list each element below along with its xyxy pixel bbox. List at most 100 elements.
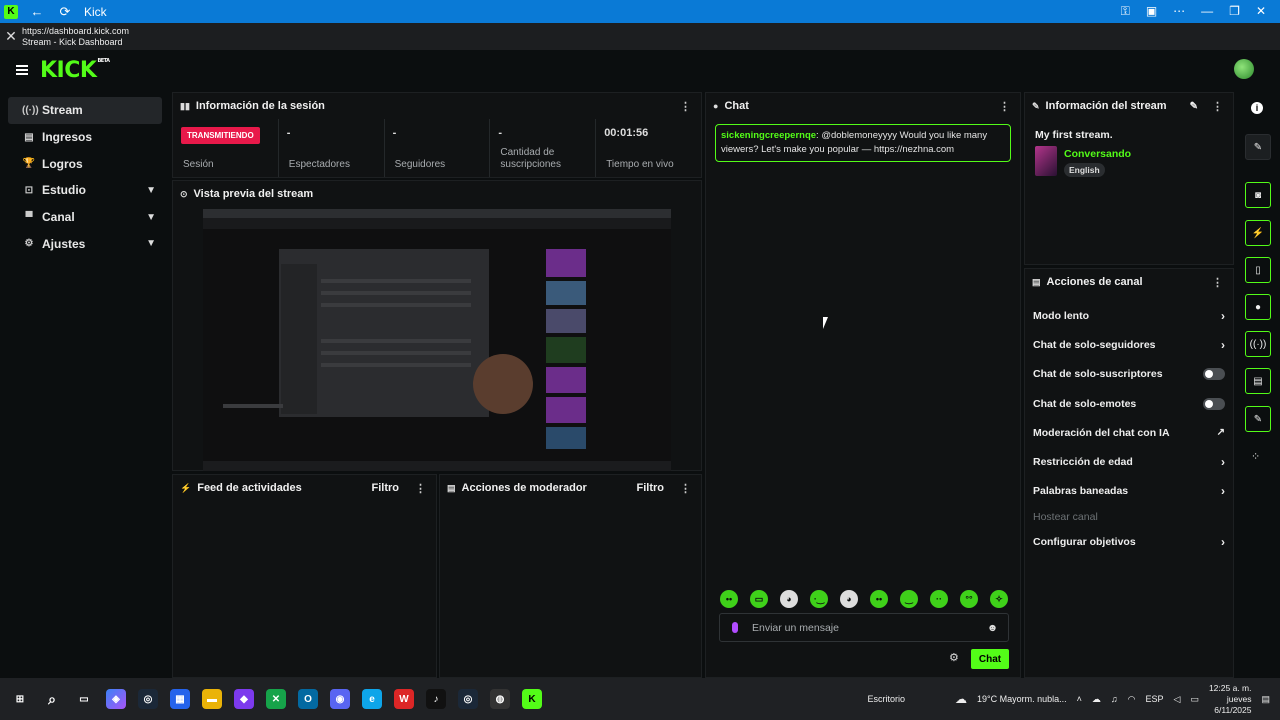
office-icon[interactable]: W (394, 689, 414, 709)
mic-icon[interactable]: ♫ (1111, 694, 1118, 704)
key-icon[interactable]: ⚿ (1121, 4, 1130, 19)
chat-message[interactable]: sickeningcreepernqe: @doblemoneyyyy Woul… (715, 124, 1011, 162)
bolt-icon[interactable]: ⚡ (1245, 220, 1271, 246)
action-moderacion-ia[interactable]: Moderación del chat con IA ↗ (1025, 418, 1233, 447)
layout-icon[interactable]: ▤ (1245, 368, 1271, 394)
emote-icon[interactable]: •• (870, 590, 888, 608)
broadcast-icon[interactable]: ((·)) (1245, 331, 1271, 357)
edge-icon[interactable]: e (362, 689, 382, 709)
action-modo-lento[interactable]: Modo lento › (1025, 301, 1233, 330)
user-avatar[interactable] (1234, 59, 1254, 79)
sidebar-item-ajustes[interactable]: ⚙ Ajustes ▼ (8, 230, 162, 257)
mic-icon[interactable] (732, 622, 738, 633)
lang-label[interactable]: ESP (1146, 694, 1164, 704)
volume-icon[interactable]: ◁ (1174, 694, 1181, 705)
emote-icon[interactable]: ·‿ (810, 590, 828, 608)
action-solo-seguidores[interactable]: Chat de solo-seguidores › (1025, 330, 1233, 359)
maximize-button[interactable]: ❐ (1229, 4, 1240, 19)
chat-username[interactable]: sickeningcreepernqe (721, 130, 816, 141)
emote-icon[interactable]: ▭ (750, 590, 768, 608)
panel-header: ⊙ Vista previa del stream (173, 181, 701, 207)
more-icon[interactable]: ⋮ (415, 482, 426, 495)
emote-icon[interactable]: ◕ (840, 590, 858, 608)
more-icon[interactable]: ⋮ (999, 100, 1010, 113)
close-button[interactable]: ✕ (1256, 4, 1266, 19)
taskbar: ⊞ ⌕ ▭ ◈ ◎ ▦ ▬ ◆ ✕ O ◉ e W ♪ ◎ ◍ K Escrit… (0, 678, 1280, 720)
extensions-icon[interactable]: ▣ (1146, 4, 1157, 19)
sidebar-item-stream[interactable]: ((·)) Stream (8, 97, 162, 124)
cloud-icon[interactable]: ☁ (1092, 694, 1101, 705)
steam-icon[interactable]: ◎ (138, 689, 158, 709)
toggle-switch[interactable] (1203, 368, 1225, 381)
clock[interactable]: 12:25 a. m. jueves 6/11/2025 (1209, 683, 1252, 716)
emote-icon[interactable]: ✧ (990, 590, 1008, 608)
battery-icon[interactable]: ▭ (1190, 694, 1199, 705)
xbox-icon[interactable]: ✕ (266, 689, 286, 709)
emote-icon[interactable]: ·· (930, 590, 948, 608)
kick-logo[interactable]: KICKBETA (40, 58, 110, 83)
emote-icon[interactable]: °° (960, 590, 978, 608)
filter-button[interactable]: Filtro (637, 482, 665, 494)
back-icon[interactable]: ← (28, 4, 46, 19)
emoji-icon[interactable]: ☻ (987, 622, 998, 634)
document-icon[interactable]: ▯ (1245, 257, 1271, 283)
more-icon[interactable]: ⋯ (1173, 4, 1185, 19)
obs-icon[interactable]: ◍ (490, 689, 510, 709)
chevron-up-icon[interactable]: ˄ (1077, 694, 1082, 704)
sidebar-item-logros[interactable]: 🏆 Logros (8, 150, 162, 177)
discord-icon[interactable]: ◉ (330, 689, 350, 709)
chat-input[interactable]: Enviar un mensaje ☻ (719, 613, 1009, 642)
task-view-icon[interactable]: ▭ (74, 689, 94, 709)
gear-icon[interactable]: ⚙ (949, 651, 959, 664)
desktop-label[interactable]: Escritorio (867, 694, 905, 704)
refresh-icon[interactable]: ⟳ (56, 4, 74, 20)
apps-icon[interactable]: ⁘ (1251, 450, 1260, 463)
action-palabras-baneadas[interactable]: Palabras baneadas › (1025, 477, 1233, 506)
url-text[interactable]: https://dashboard.kick.com (22, 26, 129, 37)
search-icon[interactable]: ⌕ (42, 689, 62, 709)
filter-button[interactable]: Filtro (372, 482, 400, 494)
emote-icon[interactable]: ◕ (780, 590, 798, 608)
teams-icon[interactable]: ◆ (234, 689, 254, 709)
emote-icon[interactable]: ‿ (900, 590, 918, 608)
more-icon[interactable]: ⋮ (680, 482, 691, 495)
more-icon[interactable]: ⋮ (1212, 100, 1223, 113)
store-icon[interactable]: ▦ (170, 689, 190, 709)
folder-icon[interactable]: ▬ (202, 689, 222, 709)
chat-send-button[interactable]: Chat (971, 649, 1009, 669)
sidebar-item-canal[interactable]: ▀ Canal ▼ (8, 204, 162, 231)
windows-start-icon[interactable]: ⊞ (10, 689, 30, 709)
action-configurar-objetivos[interactable]: Configurar objetivos › (1025, 527, 1233, 556)
chat-bubble-icon[interactable]: ● (1245, 294, 1271, 320)
more-icon[interactable]: ⋮ (1212, 276, 1223, 289)
steam-icon[interactable]: ◎ (458, 689, 478, 709)
copilot-icon[interactable]: ◈ (106, 689, 126, 709)
emote-bar: •• ▭ ◕ ·‿ ◕ •• ‿ ·· °° ✧ (720, 590, 1008, 608)
wifi-icon[interactable]: ◠ (1128, 694, 1136, 705)
edit-layout-icon[interactable]: ✎ (1245, 134, 1271, 160)
close-icon[interactable]: ✕ (0, 28, 22, 45)
sidebar-item-estudio[interactable]: ⊡ Estudio ▼ (8, 177, 162, 204)
more-icon[interactable]: ⋮ (680, 100, 691, 113)
weather-text[interactable]: 19°C Mayorm. nubla... (977, 694, 1067, 704)
category-name[interactable]: Conversando (1064, 148, 1131, 160)
toggle-switch[interactable] (1203, 397, 1225, 410)
action-label: Chat de solo-emotes (1033, 397, 1137, 410)
emote-icon[interactable]: •• (720, 590, 738, 608)
wrench-icon[interactable]: ✎ (1245, 406, 1271, 432)
kick-app-icon[interactable]: K (522, 689, 542, 709)
tiktok-icon[interactable]: ♪ (426, 689, 446, 709)
notification-icon[interactable]: ▤ (1261, 694, 1270, 705)
menu-icon[interactable] (16, 63, 28, 77)
stream-preview-image[interactable] (203, 209, 671, 471)
info-icon[interactable]: i (1251, 102, 1263, 114)
edit-icon[interactable]: ✎ (1190, 101, 1198, 112)
action-restriccion-edad[interactable]: Restricción de edad › (1025, 447, 1233, 476)
stat-value: - (498, 127, 503, 139)
outlook-icon[interactable]: O (298, 689, 318, 709)
panel-title: Información de la sesión (195, 100, 325, 112)
sidebar-item-ingresos[interactable]: ▤ Ingresos (8, 124, 162, 151)
stat-value: - (392, 127, 397, 139)
minimize-button[interactable]: — (1201, 4, 1213, 19)
camera-icon[interactable]: ◙ (1245, 182, 1271, 208)
